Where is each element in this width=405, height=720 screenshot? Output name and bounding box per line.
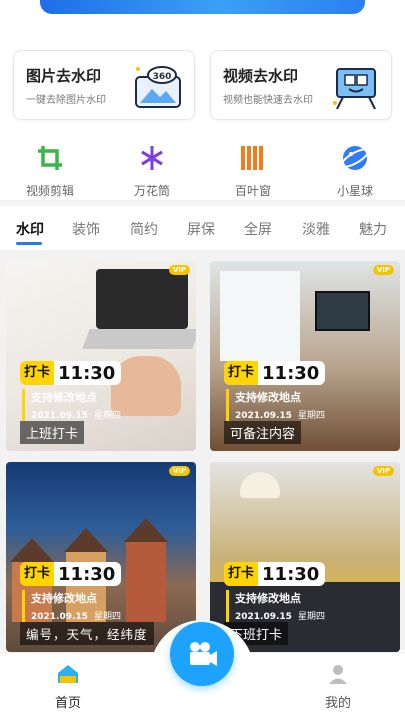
user-icon xyxy=(329,665,347,684)
photo-roof xyxy=(124,518,168,542)
clock-time: 11:30 xyxy=(262,563,320,585)
stamp-date: 2021.09.15 星期四 xyxy=(31,408,121,421)
stamp-date: 2021.09.15 星期四 xyxy=(31,609,121,622)
photo-monitor xyxy=(315,291,370,331)
stamp-place: 支持修改地点 xyxy=(235,391,301,404)
stamp-date: 2021.09.15 星期四 xyxy=(235,609,325,622)
vip-badge: VIP xyxy=(168,466,190,476)
stamp-date-value: 2021.09.15 xyxy=(31,612,88,622)
tab-screensaver[interactable]: 屏保 xyxy=(187,219,215,239)
tool-blinds[interactable]: 百叶窗 xyxy=(213,143,293,199)
category-tabs: 水印 装饰 简约 屏保 全屏 淡雅 魅力 xyxy=(0,208,405,248)
stamp-meta: 支持修改地点 2021.09.15 星期四 xyxy=(22,389,121,421)
clock-time: 11:30 xyxy=(58,563,116,585)
tool-video-edit[interactable]: 视频剪辑 xyxy=(10,143,90,199)
clock-time: 11:30 xyxy=(262,362,320,384)
blinds-icon xyxy=(241,146,263,170)
stamp-date-value: 2021.09.15 xyxy=(31,411,88,421)
stamp-place: 支持修改地点 xyxy=(235,592,301,605)
tab-elegant[interactable]: 淡雅 xyxy=(302,219,330,239)
clock-tag: 打卡 xyxy=(224,361,259,385)
360-image-icon: 360 xyxy=(135,66,181,108)
stamp-place: 支持修改地点 xyxy=(31,391,97,404)
photo-laptop-base xyxy=(82,329,196,349)
photo-laptop xyxy=(96,269,188,329)
video-board-icon xyxy=(333,68,376,110)
template-card-remarks[interactable]: VIP 打卡 11:30 支持修改地点 2021.09.15 星期四 可备注内容 xyxy=(210,261,400,451)
tool-kaleidoscope[interactable]: 万花筒 xyxy=(112,143,192,199)
active-tab-indicator xyxy=(16,242,42,245)
card-caption: 上班打卡 xyxy=(20,421,85,444)
clock-stamp: 打卡 11:30 xyxy=(224,361,326,385)
video-camera-icon xyxy=(190,642,217,666)
tool-video-edit-label: 视频剪辑 xyxy=(25,184,74,198)
clock-stamp: 打卡 11:30 xyxy=(20,361,122,385)
section-divider xyxy=(0,200,405,206)
stamp-date-value: 2021.09.15 xyxy=(235,612,292,622)
camera-button[interactable] xyxy=(170,622,234,686)
tab-watermark[interactable]: 水印 xyxy=(16,219,44,239)
video-watermark-subtitle: 视频也能快速去水印 xyxy=(223,95,313,106)
tool-blinds-label: 百叶窗 xyxy=(234,184,271,198)
tool-little-planet[interactable]: 小星球 xyxy=(315,143,395,199)
tool-kaleidoscope-label: 万花筒 xyxy=(133,184,170,198)
photo-window xyxy=(220,271,300,361)
template-card-clock-out[interactable]: VIP 打卡 11:30 支持修改地点 2021.09.15 星期四 下班打卡 xyxy=(210,462,400,652)
tab-decoration[interactable]: 装饰 xyxy=(72,219,100,239)
home-icon xyxy=(58,665,78,683)
nav-home-label: 首页 xyxy=(54,696,81,711)
clock-time: 11:30 xyxy=(58,362,116,384)
stamp-meta: 支持修改地点 2021.09.15 星期四 xyxy=(226,590,325,622)
nav-home[interactable]: 首页 xyxy=(46,663,90,711)
image-watermark-subtitle: 一键去除图片水印 xyxy=(26,95,106,106)
template-card-weather[interactable]: VIP 打卡 11:30 支持修改地点 2021.09.15 星期四 编号，天气，… xyxy=(6,462,196,652)
tool-little-planet-label: 小星球 xyxy=(336,184,373,198)
clock-tag: 打卡 xyxy=(20,562,55,586)
tab-charm[interactable]: 魅力 xyxy=(359,219,387,239)
tab-fullscreen[interactable]: 全屏 xyxy=(244,219,272,239)
photo-roof xyxy=(10,538,54,562)
card-caption: 编号，天气，经纬度 xyxy=(20,622,154,645)
clock-stamp: 打卡 11:30 xyxy=(224,562,326,586)
video-watermark-title: 视频去水印 xyxy=(223,67,299,85)
image-watermark-card[interactable]: 图片去水印 一键去除图片水印 360 xyxy=(13,50,195,120)
stamp-date-value: 2021.09.15 xyxy=(235,411,292,421)
kaleidoscope-icon xyxy=(141,146,163,170)
nav-me-label: 我的 xyxy=(324,696,351,711)
image-watermark-title: 图片去水印 xyxy=(26,67,102,85)
vip-badge: VIP xyxy=(168,265,190,275)
crop-icon xyxy=(38,146,62,170)
stamp-place: 支持修改地点 xyxy=(31,592,97,605)
stamp-weekday: 星期四 xyxy=(297,411,325,421)
photo-building xyxy=(126,542,166,622)
stamp-weekday: 星期四 xyxy=(297,612,325,622)
tab-simple[interactable]: 简约 xyxy=(130,219,158,239)
clock-tag: 打卡 xyxy=(224,562,259,586)
photo-hands xyxy=(111,356,181,416)
stamp-meta: 支持修改地点 2021.09.15 星期四 xyxy=(22,590,121,622)
photo-lamp xyxy=(240,472,280,498)
svg-text:360: 360 xyxy=(153,72,172,82)
template-card-clock-in[interactable]: VIP 打卡 11:30 支持修改地点 2021.09.15 星期四 上班打卡 xyxy=(6,261,196,451)
top-banner[interactable] xyxy=(40,0,365,14)
card-caption: 可备注内容 xyxy=(224,421,302,444)
clock-stamp: 打卡 11:30 xyxy=(20,562,122,586)
planet-icon xyxy=(340,146,370,170)
nav-me[interactable]: 我的 xyxy=(316,663,360,711)
clock-tag: 打卡 xyxy=(20,361,55,385)
video-watermark-card[interactable]: 视频去水印 视频也能快速去水印 xyxy=(210,50,392,120)
vip-badge: VIP xyxy=(372,466,394,476)
stamp-date: 2021.09.15 星期四 xyxy=(235,408,325,421)
photo-roof xyxy=(64,528,108,552)
stamp-meta: 支持修改地点 2021.09.15 星期四 xyxy=(226,389,325,421)
stamp-weekday: 星期四 xyxy=(93,612,121,622)
stamp-weekday: 星期四 xyxy=(93,411,121,421)
vip-badge: VIP xyxy=(372,265,394,275)
